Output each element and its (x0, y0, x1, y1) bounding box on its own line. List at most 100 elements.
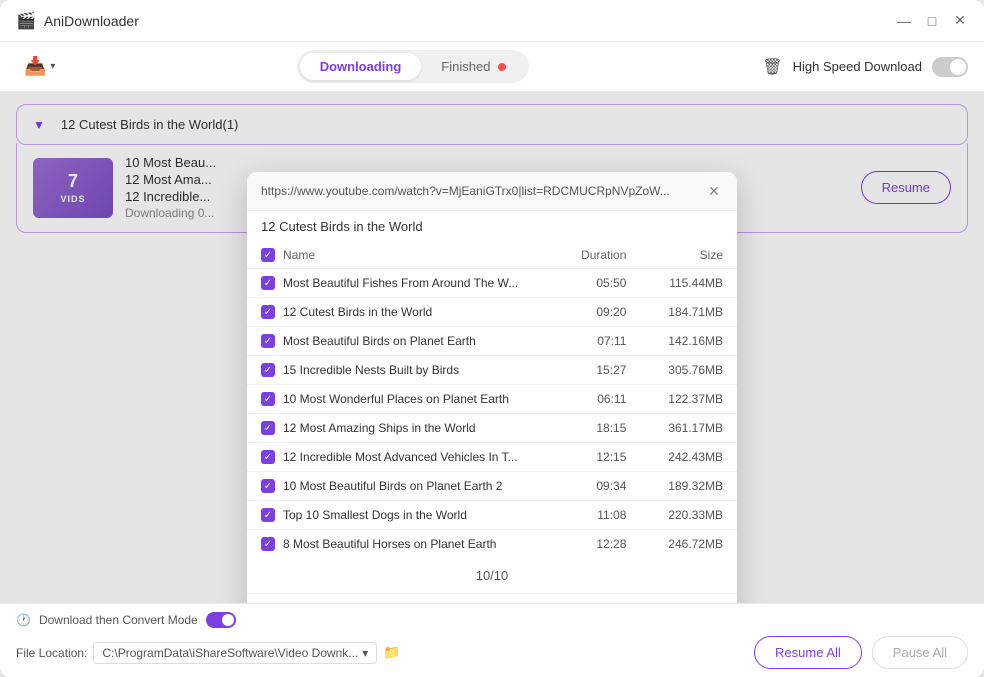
add-icon: 📥 (24, 56, 46, 77)
high-speed-label: High Speed Download (793, 59, 922, 74)
row-checkbox-2[interactable] (261, 334, 275, 348)
table-cell-size: 305.76MB (646, 356, 737, 385)
app-icon: 🎬 (16, 11, 36, 31)
table-cell-duration: 07:11 (559, 327, 646, 356)
table-row: 15 Incredible Nests Built by Birds 15:27… (247, 356, 737, 385)
footer: 🕐 Download then Convert Mode File Locati… (0, 603, 984, 677)
table-row: 10 Most Wonderful Places on Planet Earth… (247, 385, 737, 414)
row-checkbox-0[interactable] (261, 276, 275, 290)
table-cell-name: 10 Most Beautiful Birds on Planet Earth … (247, 472, 559, 501)
table-cell-duration: 05:50 (559, 269, 646, 298)
table-row: 12 Incredible Most Advanced Vehicles In … (247, 443, 737, 472)
select-all-checkbox[interactable] (261, 248, 275, 262)
chevron-down-icon: ▾ (362, 646, 368, 660)
modal-close-button[interactable]: ✕ (705, 182, 723, 200)
main-content: ▼ 12 Cutest Birds in the World(1) 7 VIDS… (0, 92, 984, 603)
table-cell-duration: 18:15 (559, 414, 646, 443)
minimize-button[interactable]: — (896, 13, 912, 29)
row-checkbox-9[interactable] (261, 537, 275, 551)
row-checkbox-8[interactable] (261, 508, 275, 522)
close-button[interactable]: ✕ (952, 13, 968, 29)
modal-overlay: https://www.youtube.com/watch?v=MjEaniGT… (0, 92, 984, 603)
clock-icon: 🕐 (16, 613, 31, 627)
resume-all-button[interactable]: Resume All (754, 636, 862, 669)
table-cell-size: 189.32MB (646, 472, 737, 501)
footer-buttons: Resume All Pause All (754, 636, 968, 669)
table-cell-duration: 09:20 (559, 298, 646, 327)
table-cell-name: 10 Most Wonderful Places on Planet Earth (247, 385, 559, 414)
table-cell-size: 220.33MB (646, 501, 737, 530)
modal-table: Name Duration Size Most Beautiful Fishes… (247, 242, 737, 558)
row-checkbox-5[interactable] (261, 421, 275, 435)
table-cell-duration: 09:34 (559, 472, 646, 501)
app-title: AniDownloader (44, 13, 139, 29)
pause-all-button[interactable]: Pause All (872, 636, 968, 669)
table-row: 10 Most Beautiful Birds on Planet Earth … (247, 472, 737, 501)
modal-playlist-title: 12 Cutest Birds in the World (247, 211, 737, 242)
table-cell-name: 15 Incredible Nests Built by Birds (247, 356, 559, 385)
table-cell-size: 115.44MB (646, 269, 737, 298)
table-cell-size: 361.17MB (646, 414, 737, 443)
table-cell-size: 184.71MB (646, 298, 737, 327)
toolbar-right: 🗑 High Speed Download (762, 57, 968, 77)
table-row: Most Beautiful Fishes From Around The W.… (247, 269, 737, 298)
table-cell-name: 8 Most Beautiful Horses on Planet Earth (247, 530, 559, 559)
table-row: 8 Most Beautiful Horses on Planet Earth … (247, 530, 737, 559)
table-cell-duration: 12:28 (559, 530, 646, 559)
table-cell-duration: 11:08 (559, 501, 646, 530)
folder-icon[interactable]: 📁 (383, 644, 400, 661)
table-cell-duration: 15:27 (559, 356, 646, 385)
file-location: File Location: C:\ProgramData\iShareSoft… (16, 642, 401, 664)
window-controls: — □ ✕ (896, 13, 968, 29)
footer-top: 🕐 Download then Convert Mode (16, 612, 968, 628)
table-row: 12 Most Amazing Ships in the World 18:15… (247, 414, 737, 443)
modal-footer: Save as: Video ▾ Quality: 720P ▾ Down (247, 594, 737, 603)
table-row: 12 Cutest Birds in the World 09:20 184.7… (247, 298, 737, 327)
table-row: Most Beautiful Birds on Planet Earth 07:… (247, 327, 737, 356)
finished-badge (498, 63, 506, 71)
add-download-button[interactable]: 📥 ▾ (16, 52, 63, 81)
table-cell-name: Most Beautiful Fishes From Around The W.… (247, 269, 559, 298)
convert-mode-toggle[interactable] (206, 612, 236, 628)
tab-group: Downloading Finished (297, 50, 529, 83)
col-header-name: Name (247, 242, 559, 269)
table-cell-duration: 06:11 (559, 385, 646, 414)
title-bar: 🎬 AniDownloader — □ ✕ (0, 0, 984, 42)
table-cell-size: 142.16MB (646, 327, 737, 356)
app-window: 🎬 AniDownloader — □ ✕ 📥 ▾ Downloading Fi… (0, 0, 984, 677)
row-checkbox-3[interactable] (261, 363, 275, 377)
table-cell-size: 122.37MB (646, 385, 737, 414)
row-checkbox-1[interactable] (261, 305, 275, 319)
tab-downloading[interactable]: Downloading (300, 53, 422, 80)
table-cell-name: Top 10 Smallest Dogs in the World (247, 501, 559, 530)
high-speed-toggle[interactable] (932, 57, 968, 77)
table-row: Top 10 Smallest Dogs in the World 11:08 … (247, 501, 737, 530)
maximize-button[interactable]: □ (924, 13, 940, 29)
file-path[interactable]: C:\ProgramData\iShareSoftware\Video Down… (93, 642, 377, 664)
modal: https://www.youtube.com/watch?v=MjEaniGT… (247, 172, 737, 603)
row-checkbox-4[interactable] (261, 392, 275, 406)
table-cell-duration: 12:15 (559, 443, 646, 472)
toolbar-left: 📥 ▾ (16, 52, 63, 81)
table-cell-size: 242.43MB (646, 443, 737, 472)
modal-url-text: https://www.youtube.com/watch?v=MjEaniGT… (261, 184, 697, 198)
convert-mode-label: Download then Convert Mode (39, 613, 198, 627)
row-checkbox-7[interactable] (261, 479, 275, 493)
modal-url-bar: https://www.youtube.com/watch?v=MjEaniGT… (247, 172, 737, 211)
table-cell-name: 12 Most Amazing Ships in the World (247, 414, 559, 443)
col-header-duration: Duration (559, 242, 646, 269)
toolbar: 📥 ▾ Downloading Finished 🗑 High Speed Do… (0, 42, 984, 92)
download-mode: 🕐 Download then Convert Mode (16, 612, 236, 628)
tab-finished[interactable]: Finished (421, 53, 526, 80)
table-cell-name: 12 Cutest Birds in the World (247, 298, 559, 327)
title-bar-left: 🎬 AniDownloader (16, 11, 139, 31)
table-cell-name: 12 Incredible Most Advanced Vehicles In … (247, 443, 559, 472)
chevron-down-icon: ▾ (50, 61, 55, 72)
footer-actions: File Location: C:\ProgramData\iShareSoft… (16, 636, 968, 669)
trash-icon[interactable]: 🗑 (762, 57, 782, 77)
count-row: 10/10 (247, 558, 737, 594)
file-location-label: File Location: (16, 646, 87, 660)
table-cell-size: 246.72MB (646, 530, 737, 559)
table-cell-name: Most Beautiful Birds on Planet Earth (247, 327, 559, 356)
row-checkbox-6[interactable] (261, 450, 275, 464)
